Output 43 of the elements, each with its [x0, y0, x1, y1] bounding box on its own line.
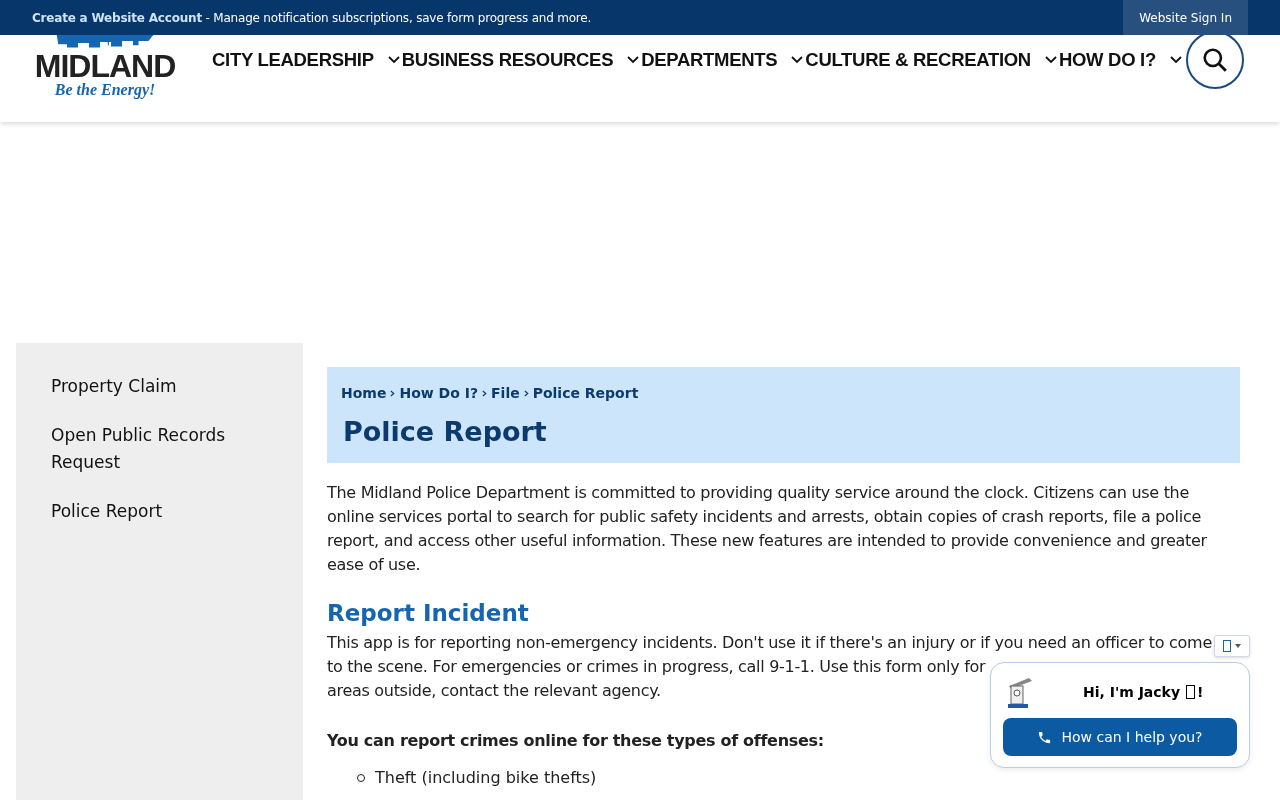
breadcrumb-link[interactable]: File: [491, 385, 520, 401]
chevron-down-icon[interactable]: [1169, 56, 1182, 64]
help-button[interactable]: How can I help you?: [1003, 718, 1237, 756]
paragraph-line: areas outside, contact the relevant agency.: [327, 680, 661, 702]
chevron-down-icon[interactable]: [627, 56, 640, 64]
nav-link[interactable]: BUSINESS RESOURCES: [401, 49, 614, 71]
sidebar-link[interactable]: Police Report: [51, 498, 251, 525]
search-icon: [1201, 47, 1228, 73]
chevron-down-icon[interactable]: [1044, 56, 1057, 64]
account-note: - Manage notification subscriptions, save form progress and more.: [204, 10, 592, 25]
breadcrumb-link[interactable]: How Do I?: [399, 385, 478, 401]
breadcrumb-separator-icon: [482, 389, 487, 397]
chevron-down-icon[interactable]: [387, 56, 400, 64]
chevron-down-icon[interactable]: [791, 56, 804, 64]
paragraph-line: This app is for reporting non-emergency incidents. Don't use it if there's an injury or if you need an officer to come: [327, 632, 1212, 654]
breadcrumb-separator-icon: [390, 389, 396, 397]
greeting-punctuation: !: [1197, 684, 1204, 700]
glyph-box-icon: [1223, 640, 1231, 652]
nav-link[interactable]: CITY LEADERSHIP: [212, 49, 374, 71]
caret-icon: [1235, 644, 1241, 648]
glyph-box-icon: [1186, 685, 1196, 699]
nav-link[interactable]: HOW DO I?: [1058, 49, 1156, 71]
language-dropdown[interactable]: [1214, 635, 1250, 657]
create-account-link[interactable]: Create a Website Account: [32, 10, 202, 25]
breadcrumb-link[interactable]: Police Report: [532, 385, 639, 401]
nav-link[interactable]: DEPARTMENTS: [641, 49, 778, 71]
paragraph-line: to the scene. For emergencies or crimes in progress, call 9-1-1. Use this form only for: [327, 656, 986, 678]
list-item: Theft (including bike thefts): [375, 768, 597, 787]
pump-jack-mascot-icon: [1005, 676, 1035, 708]
sidebar-link[interactable]: Property Claim: [51, 373, 251, 400]
breadcrumb-separator-icon: [523, 389, 529, 397]
phone-icon: [1037, 729, 1053, 745]
breadcrumb-link[interactable]: Home: [341, 385, 387, 401]
logo-wordmark[interactable]: MIDLAND: [34, 51, 176, 81]
section-heading: Report Incident: [327, 599, 530, 628]
sidebar-link[interactable]: Open Public Records Request: [51, 422, 251, 476]
intro-paragraph: The Midland Police Department is committed to providing quality service around the clock. Citizens can use the online services portal to search for public safety incidents and arrests, obtain copies of crash reports, file a police report, and access other useful information. These new features are intended to provide convenience and greater ease of use.: [327, 482, 1208, 576]
sign-in-button[interactable]: Website Sign In: [1123, 0, 1248, 35]
chat-greeting: Hi, I'm Jacky: [1083, 684, 1181, 700]
offenses-heading: You can report crimes online for these types of offenses:: [327, 731, 824, 750]
logo-tagline: Be the Energy!: [54, 81, 156, 99]
nav-link[interactable]: CULTURE & RECREATION: [805, 49, 1031, 71]
page-title: Police Report: [343, 415, 548, 449]
